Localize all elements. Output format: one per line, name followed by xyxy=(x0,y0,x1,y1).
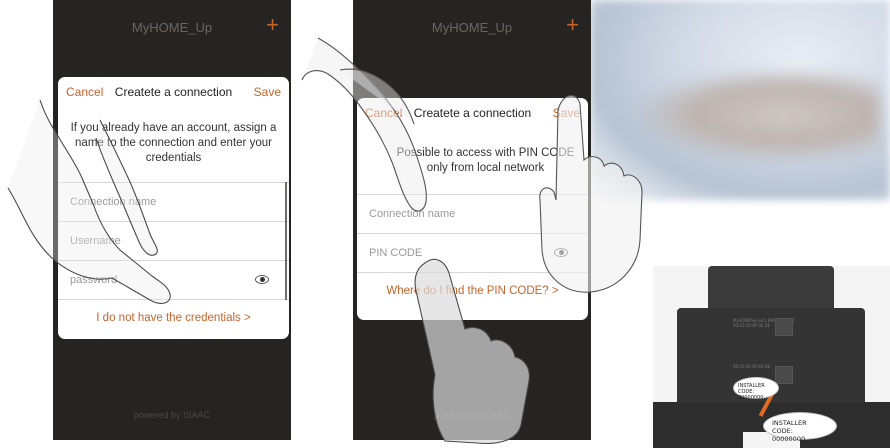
device-photo: MyHOMEServer1 BMPS-IQ MAC 00:03:50:8F:9E… xyxy=(653,266,890,448)
eye-icon[interactable] xyxy=(255,275,269,284)
scrollbar xyxy=(285,182,287,300)
dialog-instructions: Possible to access with PIN CODE only fr… xyxy=(396,147,575,174)
username-input[interactable]: Username xyxy=(58,221,289,260)
powered-by-footer: powered by ISAAC xyxy=(133,410,211,420)
installer-code-callout: INSTALLER CODE: 00000000 xyxy=(763,412,837,443)
create-connection-dialog: Cancel Createte a connection Save If you… xyxy=(58,77,289,339)
no-credentials-link[interactable]: I do not have the credentials > xyxy=(58,312,289,324)
dialog-instructions: If you already have an account, assign a… xyxy=(70,122,277,164)
add-button[interactable]: + xyxy=(566,14,579,36)
save-button[interactable]: Save xyxy=(254,85,281,99)
installer-code-label: INSTALLER CODE: 00000000 xyxy=(733,377,779,401)
dialog-header: Cancel Createte a connection Save xyxy=(58,77,289,105)
pin-code-placeholder: PIN CODE xyxy=(369,247,423,259)
password-input[interactable]: password xyxy=(58,260,289,299)
phone-screen-left: MyHOME_Up + Cancel Createte a connection… xyxy=(53,0,291,440)
connection-name-input[interactable]: Connection name xyxy=(58,182,289,221)
eye-icon[interactable] xyxy=(554,248,568,257)
pin-code-input[interactable]: PIN CODE xyxy=(357,233,588,272)
powered-by-footer: powered by ISAAC xyxy=(433,410,511,420)
pin-form: Connection name PIN CODE xyxy=(357,194,588,273)
device-mac-label: 00:03:50 8F:9E:DE xyxy=(733,364,771,369)
qr-code-icon xyxy=(775,366,793,384)
app-title: MyHOME_Up xyxy=(431,20,513,35)
dialog-header: Cancel Createte a connection Save xyxy=(357,98,588,126)
qr-code-icon xyxy=(775,318,793,336)
app-header: MyHOME_Up + xyxy=(53,0,291,58)
phone-screen-right: MyHOME_Up + Cancel Createte a connection… xyxy=(353,0,591,440)
connection-name-input[interactable]: Connection name xyxy=(357,194,588,233)
add-button[interactable]: + xyxy=(266,14,279,36)
app-title: MyHOME_Up xyxy=(131,20,213,35)
save-button[interactable]: Save xyxy=(553,106,580,120)
device-top-block xyxy=(708,266,834,314)
credentials-form: Connection name Username password xyxy=(58,182,289,300)
password-placeholder: password xyxy=(70,274,118,286)
find-pin-code-link[interactable]: Where do I find the PIN CODE? > xyxy=(357,285,588,297)
app-header: MyHOME_Up + xyxy=(353,0,591,58)
create-connection-dialog: Cancel Createte a connection Save Possib… xyxy=(357,98,588,320)
background-hand-photo xyxy=(640,70,880,160)
